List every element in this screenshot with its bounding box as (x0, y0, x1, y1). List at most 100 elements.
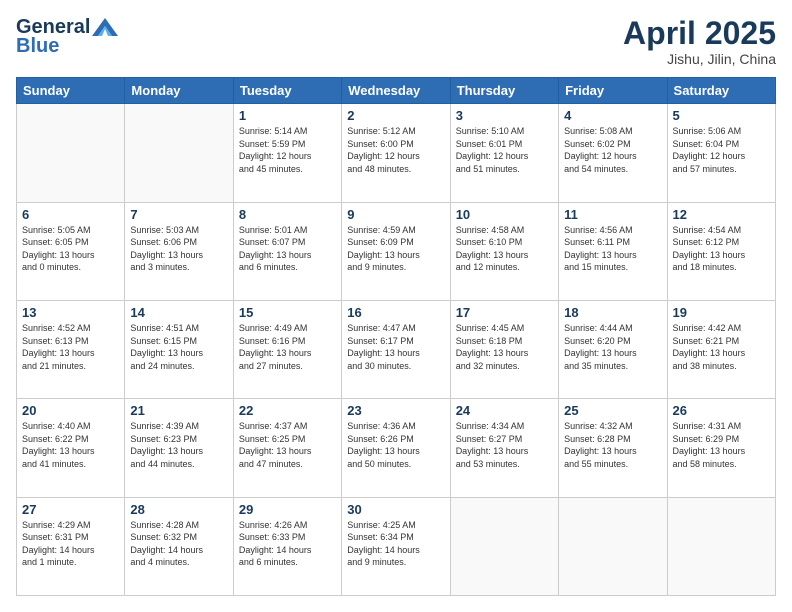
day-number: 11 (564, 207, 661, 222)
day-number: 9 (347, 207, 444, 222)
day-info: Sunrise: 4:29 AM Sunset: 6:31 PM Dayligh… (22, 519, 119, 569)
day-info: Sunrise: 4:51 AM Sunset: 6:15 PM Dayligh… (130, 322, 227, 372)
table-row: 29 Sunrise: 4:26 AM Sunset: 6:33 PM Dayli… (233, 497, 341, 595)
day-number: 22 (239, 403, 336, 418)
logo-icon (92, 18, 118, 36)
day-info: Sunrise: 4:25 AM Sunset: 6:34 PM Dayligh… (347, 519, 444, 569)
col-sunday: Sunday (17, 78, 125, 104)
day-info: Sunrise: 4:31 AM Sunset: 6:29 PM Dayligh… (673, 420, 770, 470)
day-number: 8 (239, 207, 336, 222)
day-info: Sunrise: 4:39 AM Sunset: 6:23 PM Dayligh… (130, 420, 227, 470)
day-info: Sunrise: 4:28 AM Sunset: 6:32 PM Dayligh… (130, 519, 227, 569)
day-info: Sunrise: 4:26 AM Sunset: 6:33 PM Dayligh… (239, 519, 336, 569)
day-info: Sunrise: 4:36 AM Sunset: 6:26 PM Dayligh… (347, 420, 444, 470)
day-info: Sunrise: 5:06 AM Sunset: 6:04 PM Dayligh… (673, 125, 770, 175)
week-row-5: 27 Sunrise: 4:29 AM Sunset: 6:31 PM Dayli… (17, 497, 776, 595)
day-info: Sunrise: 5:14 AM Sunset: 5:59 PM Dayligh… (239, 125, 336, 175)
page: General Blue April 2025 Jishu, Jilin, Ch… (0, 0, 792, 612)
table-row (450, 497, 558, 595)
day-info: Sunrise: 4:59 AM Sunset: 6:09 PM Dayligh… (347, 224, 444, 274)
table-row: 26 Sunrise: 4:31 AM Sunset: 6:29 PM Dayli… (667, 399, 775, 497)
day-number: 12 (673, 207, 770, 222)
table-row: 25 Sunrise: 4:32 AM Sunset: 6:28 PM Dayli… (559, 399, 667, 497)
table-row: 14 Sunrise: 4:51 AM Sunset: 6:15 PM Dayli… (125, 300, 233, 398)
table-row: 20 Sunrise: 4:40 AM Sunset: 6:22 PM Dayli… (17, 399, 125, 497)
table-row: 19 Sunrise: 4:42 AM Sunset: 6:21 PM Dayli… (667, 300, 775, 398)
table-row (125, 104, 233, 202)
day-info: Sunrise: 5:05 AM Sunset: 6:05 PM Dayligh… (22, 224, 119, 274)
day-number: 4 (564, 108, 661, 123)
day-info: Sunrise: 4:54 AM Sunset: 6:12 PM Dayligh… (673, 224, 770, 274)
day-number: 1 (239, 108, 336, 123)
table-row: 28Sunrise: 4:28 AM Sunset: 6:32 PM Dayli… (125, 497, 233, 595)
calendar: Sunday Monday Tuesday Wednesday Thursday… (16, 77, 776, 596)
table-row: 12 Sunrise: 4:54 AM Sunset: 6:12 PM Dayli… (667, 202, 775, 300)
day-info: Sunrise: 5:01 AM Sunset: 6:07 PM Dayligh… (239, 224, 336, 274)
table-row (667, 497, 775, 595)
col-monday: Monday (125, 78, 233, 104)
day-number: 23 (347, 403, 444, 418)
table-row: 15 Sunrise: 4:49 AM Sunset: 6:16 PM Dayli… (233, 300, 341, 398)
day-number: 5 (673, 108, 770, 123)
table-row: 27 Sunrise: 4:29 AM Sunset: 6:31 PM Dayli… (17, 497, 125, 595)
month-year: April 2025 (623, 16, 776, 51)
day-info: Sunrise: 4:52 AM Sunset: 6:13 PM Dayligh… (22, 322, 119, 372)
day-info: Sunrise: 4:45 AM Sunset: 6:18 PM Dayligh… (456, 322, 553, 372)
day-number: 6 (22, 207, 119, 222)
day-number: 7 (130, 207, 227, 222)
table-row (559, 497, 667, 595)
title-block: April 2025 Jishu, Jilin, China (623, 16, 776, 67)
day-number: 20 (22, 403, 119, 418)
day-number: 10 (456, 207, 553, 222)
day-info: Sunrise: 4:42 AM Sunset: 6:21 PM Dayligh… (673, 322, 770, 372)
col-saturday: Saturday (667, 78, 775, 104)
table-row (17, 104, 125, 202)
day-info: Sunrise: 4:34 AM Sunset: 6:27 PM Dayligh… (456, 420, 553, 470)
location: Jishu, Jilin, China (623, 51, 776, 67)
day-info: Sunrise: 4:56 AM Sunset: 6:11 PM Dayligh… (564, 224, 661, 274)
table-row: 1 Sunrise: 5:14 AM Sunset: 5:59 PM Daylig… (233, 104, 341, 202)
col-friday: Friday (559, 78, 667, 104)
day-info: Sunrise: 4:40 AM Sunset: 6:22 PM Dayligh… (22, 420, 119, 470)
day-info: Sunrise: 5:12 AM Sunset: 6:00 PM Dayligh… (347, 125, 444, 175)
day-number: 18 (564, 305, 661, 320)
day-number: 17 (456, 305, 553, 320)
calendar-header-row: Sunday Monday Tuesday Wednesday Thursday… (17, 78, 776, 104)
day-number: 29 (239, 502, 336, 517)
day-info: Sunrise: 4:47 AM Sunset: 6:17 PM Dayligh… (347, 322, 444, 372)
day-number: 15 (239, 305, 336, 320)
day-info: Sunrise: 5:03 AM Sunset: 6:06 PM Dayligh… (130, 224, 227, 274)
day-info: Sunrise: 5:08 AM Sunset: 6:02 PM Dayligh… (564, 125, 661, 175)
week-row-4: 20 Sunrise: 4:40 AM Sunset: 6:22 PM Dayli… (17, 399, 776, 497)
day-info: Sunrise: 4:44 AM Sunset: 6:20 PM Dayligh… (564, 322, 661, 372)
table-row: 7 Sunrise: 5:03 AM Sunset: 6:06 PM Daylig… (125, 202, 233, 300)
table-row: 18 Sunrise: 4:44 AM Sunset: 6:20 PM Dayli… (559, 300, 667, 398)
day-number: 21 (130, 403, 227, 418)
day-number: 26 (673, 403, 770, 418)
logo: General Blue (16, 16, 118, 58)
day-number: 14 (130, 305, 227, 320)
table-row: 30 Sunrise: 4:25 AM Sunset: 6:34 PM Dayli… (342, 497, 450, 595)
day-number: 13 (22, 305, 119, 320)
day-number: 25 (564, 403, 661, 418)
table-row: 6 Sunrise: 5:05 AM Sunset: 6:05 PM Daylig… (17, 202, 125, 300)
col-wednesday: Wednesday (342, 78, 450, 104)
day-number: 2 (347, 108, 444, 123)
week-row-2: 6 Sunrise: 5:05 AM Sunset: 6:05 PM Daylig… (17, 202, 776, 300)
table-row: 11 Sunrise: 4:56 AM Sunset: 6:11 PM Dayli… (559, 202, 667, 300)
table-row: 10Sunrise: 4:58 AM Sunset: 6:10 PM Dayli… (450, 202, 558, 300)
day-info: Sunrise: 4:32 AM Sunset: 6:28 PM Dayligh… (564, 420, 661, 470)
col-thursday: Thursday (450, 78, 558, 104)
day-info: Sunrise: 4:49 AM Sunset: 6:16 PM Dayligh… (239, 322, 336, 372)
table-row: 9 Sunrise: 4:59 AM Sunset: 6:09 PM Daylig… (342, 202, 450, 300)
table-row: 21 Sunrise: 4:39 AM Sunset: 6:23 PM Dayli… (125, 399, 233, 497)
table-row: 4 Sunrise: 5:08 AM Sunset: 6:02 PM Daylig… (559, 104, 667, 202)
day-number: 24 (456, 403, 553, 418)
day-number: 19 (673, 305, 770, 320)
day-number: 27 (22, 502, 119, 517)
day-info: Sunrise: 5:10 AM Sunset: 6:01 PM Dayligh… (456, 125, 553, 175)
day-number: 30 (347, 502, 444, 517)
table-row: 24 Sunrise: 4:34 AM Sunset: 6:27 PM Dayli… (450, 399, 558, 497)
table-row: 2 Sunrise: 5:12 AM Sunset: 6:00 PM Daylig… (342, 104, 450, 202)
day-number: 3 (456, 108, 553, 123)
